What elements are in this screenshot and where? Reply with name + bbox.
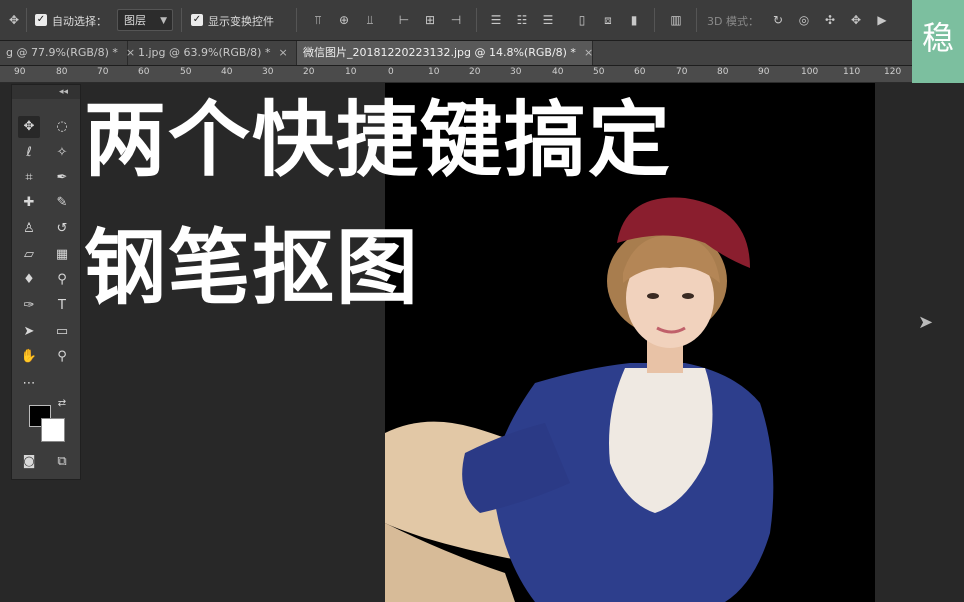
mode-3d-label: 3D 模式： (707, 15, 759, 28)
ruler-label: 30 (510, 67, 522, 77)
separator (696, 8, 697, 32)
zoom-tool-icon[interactable]: ⚲ (51, 346, 73, 368)
tab-label: 微信图片_20181220223132.jpg @ 14.8%(RGB/8) * (303, 46, 576, 59)
move-tool-preset-icon[interactable]: ✥ (6, 12, 22, 28)
move-tool-icon[interactable]: ✥ (18, 116, 40, 138)
separator (296, 8, 297, 32)
eye (682, 293, 694, 299)
ruler-label: 20 (469, 67, 481, 77)
chevron-down-icon: ▼ (160, 16, 167, 26)
close-icon[interactable]: × (278, 46, 287, 59)
ruler-label: 120 (884, 67, 902, 77)
ruler-label: 100 (801, 67, 819, 77)
auto-align-icon[interactable]: ▥ (668, 12, 684, 28)
ruler-label: 10 (428, 67, 440, 77)
brush-tool-icon[interactable]: ✎ (51, 192, 73, 214)
title-line-2: 钢笔抠图 (84, 221, 421, 316)
lasso-tool-icon[interactable]: ℓ (18, 142, 40, 164)
rectangle-tool-icon[interactable]: ▭ (51, 321, 73, 343)
healing-brush-tool-icon[interactable]: ✚ (18, 192, 40, 214)
align-top-icon[interactable]: ⫪ (310, 12, 326, 28)
ruler-label: 60 (634, 67, 646, 77)
history-brush-tool-icon[interactable]: ↺ (51, 218, 73, 240)
crop-tool-icon[interactable]: ⌗ (18, 167, 40, 189)
ruler-label: 40 (552, 67, 564, 77)
swap-colors-icon[interactable]: ⇄ (55, 397, 69, 411)
separator (181, 8, 182, 32)
ruler-label: 40 (221, 67, 233, 77)
magic-wand-tool-icon[interactable]: ✧ (51, 142, 73, 164)
brand-logo: 稳 (912, 0, 964, 86)
align-vertical-center-icon[interactable]: ⊕ (336, 12, 352, 28)
eyedropper-tool-icon[interactable]: ✒ (51, 167, 73, 189)
marquee-tool-icon[interactable]: ◌ (51, 116, 73, 138)
pan-3d-icon[interactable]: ✣ (822, 12, 838, 28)
ruler-label: 110 (843, 67, 861, 77)
tab-label: g @ 77.9%(RGB/8) * (6, 46, 118, 59)
distribute-top-icon[interactable]: ☰ (488, 12, 504, 28)
ruler-label: 0 (388, 67, 394, 77)
auto-select-dropdown[interactable]: 图层 ▼ (117, 9, 173, 31)
roll-3d-icon[interactable]: ◎ (796, 12, 812, 28)
align-horizontal-center-icon[interactable]: ⊞ (422, 12, 438, 28)
ruler-label: 80 (56, 67, 68, 77)
title-line-1: 两个快捷键搞定 (84, 93, 673, 188)
ruler-label: 90 (758, 67, 770, 77)
hand-tool-icon[interactable]: ✋ (18, 346, 40, 368)
eraser-tool-icon[interactable]: ▱ (18, 244, 40, 266)
tab-document-2[interactable]: 1.jpg @ 63.9%(RGB/8) * × (132, 41, 297, 65)
align-bottom-icon[interactable]: ⫫ (362, 12, 378, 28)
ruler-label: 50 (593, 67, 605, 77)
more-tools-icon[interactable]: ⋯ (18, 373, 40, 395)
document-tab-bar: g @ 77.9%(RGB/8) * × 1.jpg @ 63.9%(RGB/8)… (0, 41, 912, 66)
ruler-label: 80 (717, 67, 729, 77)
distribute-hcenter-icon[interactable]: ⧈ (600, 12, 616, 28)
options-bar: ✥ ✓ 自动选择： 图层 ▼ ✓ 显示变换控件 ⫪ ⊕ ⫫ ⊢ ⊞ ⊣ ☰ ☷ … (0, 0, 964, 41)
ruler-label: 30 (262, 67, 274, 77)
auto-select-label: 自动选择： (52, 15, 107, 28)
gradient-tool-icon[interactable]: ▦ (51, 244, 73, 266)
auto-select-value: 图层 (124, 14, 146, 27)
slide-3d-icon[interactable]: ✥ (848, 12, 864, 28)
separator (476, 8, 477, 32)
screen-mode-icon[interactable]: ⧉ (51, 451, 73, 473)
distribute-left-icon[interactable]: ▯ (574, 12, 590, 28)
scale-3d-icon[interactable]: ▶ (874, 12, 890, 28)
background-color-swatch[interactable] (41, 418, 65, 442)
tab-document-3[interactable]: 微信图片_20181220223132.jpg @ 14.8%(RGB/8) *… (297, 41, 593, 65)
pen-tool-icon[interactable]: ✑ (18, 295, 40, 317)
quick-mask-icon[interactable]: ◙ (18, 451, 40, 473)
ruler-label: 70 (676, 67, 688, 77)
ruler-label: 70 (97, 67, 109, 77)
separator (654, 8, 655, 32)
align-right-icon[interactable]: ⊣ (448, 12, 464, 28)
panel-collapse-icon[interactable]: ◂◂ (12, 85, 80, 99)
ruler-label: 10 (345, 67, 357, 77)
ruler-label: 20 (303, 67, 315, 77)
show-transform-label: 显示变换控件 (208, 15, 274, 28)
distribute-right-icon[interactable]: ▮ (626, 12, 642, 28)
orbit-3d-icon[interactable]: ↻ (770, 12, 786, 28)
distribute-bottom-icon[interactable]: ☰ (540, 12, 556, 28)
eye (647, 293, 659, 299)
dodge-tool-icon[interactable]: ⚲ (51, 269, 73, 291)
align-left-icon[interactable]: ⊢ (396, 12, 412, 28)
clone-stamp-tool-icon[interactable]: ♙ (18, 218, 40, 240)
tools-panel: ◂◂ ✥ ◌ ℓ ✧ ⌗ ✒ ✚ ✎ ♙ ↺ ▱ ▦ ♦ ⚲ ✑ T ➤ ▭ ✋… (11, 84, 81, 480)
mouse-cursor-icon: ➤ (918, 312, 934, 333)
show-transform-checkbox[interactable]: ✓ (191, 14, 203, 26)
close-icon[interactable]: × (584, 46, 593, 59)
separator (26, 8, 27, 32)
tab-label: 1.jpg @ 63.9%(RGB/8) * (138, 46, 271, 59)
type-tool-icon[interactable]: T (51, 295, 73, 317)
distribute-vcenter-icon[interactable]: ☷ (514, 12, 530, 28)
ruler-label: 60 (138, 67, 150, 77)
ruler-label: 90 (14, 67, 26, 77)
blur-tool-icon[interactable]: ♦ (18, 269, 40, 291)
tab-document-1[interactable]: g @ 77.9%(RGB/8) * × (0, 41, 135, 65)
ruler-label: 50 (180, 67, 192, 77)
path-selection-tool-icon[interactable]: ➤ (18, 321, 40, 343)
horizontal-ruler: 90 80 70 60 50 40 30 20 10 0 10 20 30 40… (0, 66, 912, 83)
auto-select-checkbox[interactable]: ✓ (35, 14, 47, 26)
